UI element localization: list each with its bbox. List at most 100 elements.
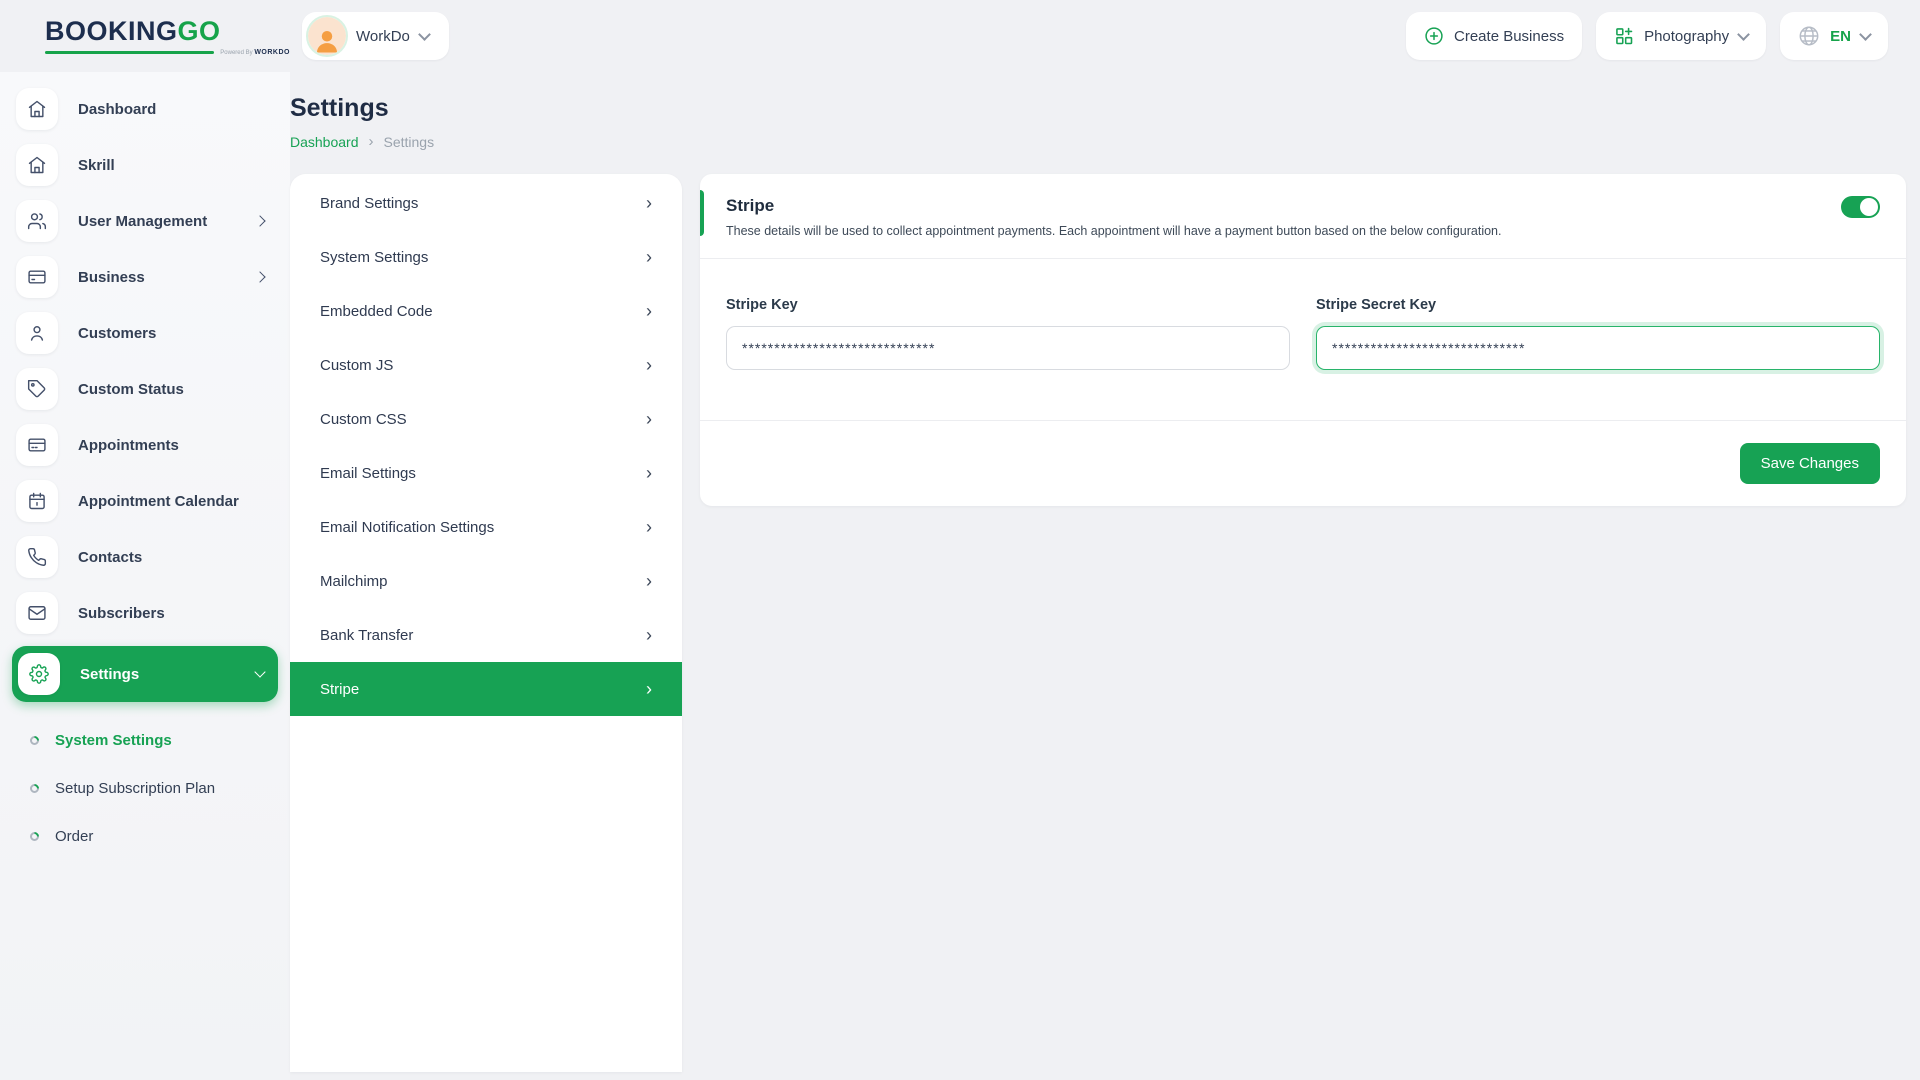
users-icon [16, 200, 58, 242]
stripe-card-footer: Save Changes [700, 421, 1906, 506]
chevron-right-icon: › [646, 248, 652, 266]
workspace-avatar [308, 17, 346, 55]
stripe-key-label: Stripe Key [726, 297, 1290, 313]
sidebar-item-skrill[interactable]: Skrill [16, 142, 278, 188]
logo-underline: Powered By WORKDO [45, 49, 290, 56]
sidebar-item-user-management[interactable]: User Management [16, 198, 278, 244]
chevron-down-icon [418, 28, 431, 41]
stripe-secret-key-label: Stripe Secret Key [1316, 297, 1880, 313]
user-icon [16, 312, 58, 354]
chevron-down-icon [1859, 28, 1872, 41]
globe-icon [1798, 25, 1820, 47]
stripe-card-body: Stripe Key Stripe Secret Key [700, 259, 1906, 420]
chevron-right-icon: › [646, 680, 652, 698]
chevron-right-icon [254, 271, 265, 282]
sidebar-item-settings[interactable]: Settings [12, 646, 278, 702]
grid-plus-icon [1614, 26, 1634, 46]
logo-text: BOOKINGGO [45, 16, 290, 47]
language-selector[interactable]: EN [1780, 12, 1888, 60]
mail-icon [16, 592, 58, 634]
page-title: Settings [290, 94, 1920, 123]
logo-part-booking: BOOKING [45, 16, 178, 46]
settings-menu-stripe[interactable]: Stripe › [290, 662, 682, 716]
plus-circle-icon [1424, 26, 1444, 46]
chevron-right-icon [254, 215, 265, 226]
credit-card-icon [16, 256, 58, 298]
header-actions: Create Business Photography EN [1406, 12, 1888, 60]
chevron-right-icon: › [646, 572, 652, 590]
logo-part-go: GO [178, 16, 221, 46]
stripe-enabled-toggle[interactable] [1841, 196, 1880, 218]
chevron-right-icon: › [646, 302, 652, 320]
settings-menu-mailchimp[interactable]: Mailchimp › [290, 554, 682, 608]
settings-menu-brand-settings[interactable]: Brand Settings › [290, 176, 682, 230]
business-selector[interactable]: Photography [1596, 12, 1766, 60]
breadcrumb: Dashboard › Settings [290, 133, 1920, 150]
submenu-item-order[interactable]: Order [30, 812, 278, 860]
settings-menu-email-settings[interactable]: Email Settings › [290, 446, 682, 500]
sidebar-item-contacts[interactable]: Contacts [16, 534, 278, 580]
settings-menu-embedded-code[interactable]: Embedded Code › [290, 284, 682, 338]
phone-icon [16, 536, 58, 578]
calendar-icon [16, 480, 58, 522]
main-content: Settings Dashboard › Settings Brand Sett… [290, 72, 1920, 1080]
bullet-icon [28, 830, 41, 843]
card-icon [16, 424, 58, 466]
toggle-knob [1860, 198, 1878, 216]
stripe-key-input[interactable] [726, 326, 1290, 370]
sidebar-item-appointments[interactable]: Appointments [16, 422, 278, 468]
tag-icon [16, 368, 58, 410]
home-icon [16, 144, 58, 186]
home-icon [16, 88, 58, 130]
stripe-secret-key-field-group: Stripe Secret Key [1316, 297, 1880, 370]
settings-submenu: System Settings Setup Subscription Plan … [16, 712, 278, 860]
gear-icon [18, 653, 60, 695]
stripe-settings-card: Stripe These details will be used to col… [700, 174, 1906, 506]
chevron-right-icon: › [646, 518, 652, 536]
sidebar-item-business[interactable]: Business [16, 254, 278, 300]
sidebar-item-customers[interactable]: Customers [16, 310, 278, 356]
sidebar-item-custom-status[interactable]: Custom Status [16, 366, 278, 412]
bullet-icon [28, 782, 41, 795]
powered-by-text: Powered By WORKDO [220, 49, 290, 56]
top-header: BOOKINGGO Powered By WORKDO WorkDo Creat… [0, 0, 1920, 72]
sidebar-item-dashboard[interactable]: Dashboard [16, 86, 278, 132]
settings-menu-panel: Brand Settings › System Settings › Embed… [290, 174, 682, 1072]
chevron-down-icon [254, 666, 265, 677]
settings-menu-email-notification-settings[interactable]: Email Notification Settings › [290, 500, 682, 554]
breadcrumb-current: Settings [384, 134, 435, 150]
business-selected-label: Photography [1644, 28, 1729, 45]
person-avatar-icon [312, 25, 342, 55]
language-selected-label: EN [1830, 28, 1851, 45]
chevron-right-icon: › [646, 464, 652, 482]
create-business-label: Create Business [1454, 28, 1564, 45]
settings-menu-system-settings[interactable]: System Settings › [290, 230, 682, 284]
create-business-button[interactable]: Create Business [1406, 12, 1582, 60]
workspace-switcher[interactable]: WorkDo [302, 12, 449, 60]
sidebar-item-appointment-calendar[interactable]: Appointment Calendar [16, 478, 278, 524]
stripe-card-header: Stripe These details will be used to col… [700, 174, 1906, 258]
save-changes-button[interactable]: Save Changes [1740, 443, 1880, 484]
workspace-name: WorkDo [356, 28, 410, 45]
chevron-right-icon: › [646, 626, 652, 644]
settings-menu-custom-js[interactable]: Custom JS › [290, 338, 682, 392]
submenu-item-setup-subscription-plan[interactable]: Setup Subscription Plan [30, 764, 278, 812]
stripe-card-description: These details will be used to collect ap… [726, 224, 1880, 238]
sidebar-item-subscribers[interactable]: Subscribers [16, 590, 278, 636]
breadcrumb-separator: › [369, 133, 374, 150]
breadcrumb-dashboard-link[interactable]: Dashboard [290, 134, 359, 150]
stripe-key-field-group: Stripe Key [726, 297, 1290, 370]
settings-menu-custom-css[interactable]: Custom CSS › [290, 392, 682, 446]
chevron-right-icon: › [646, 194, 652, 212]
stripe-card-title: Stripe [726, 196, 1880, 216]
chevron-right-icon: › [646, 410, 652, 428]
chevron-down-icon [1737, 28, 1750, 41]
bullet-icon [28, 734, 41, 747]
settings-menu-bank-transfer[interactable]: Bank Transfer › [290, 608, 682, 662]
sidebar-nav: Dashboard Skrill User Management Busines… [0, 72, 290, 1080]
submenu-item-system-settings[interactable]: System Settings [30, 716, 278, 764]
app-logo[interactable]: BOOKINGGO Powered By WORKDO [45, 16, 290, 56]
stripe-secret-key-input[interactable] [1316, 326, 1880, 370]
chevron-right-icon: › [646, 356, 652, 374]
logo-green-line [45, 51, 214, 54]
